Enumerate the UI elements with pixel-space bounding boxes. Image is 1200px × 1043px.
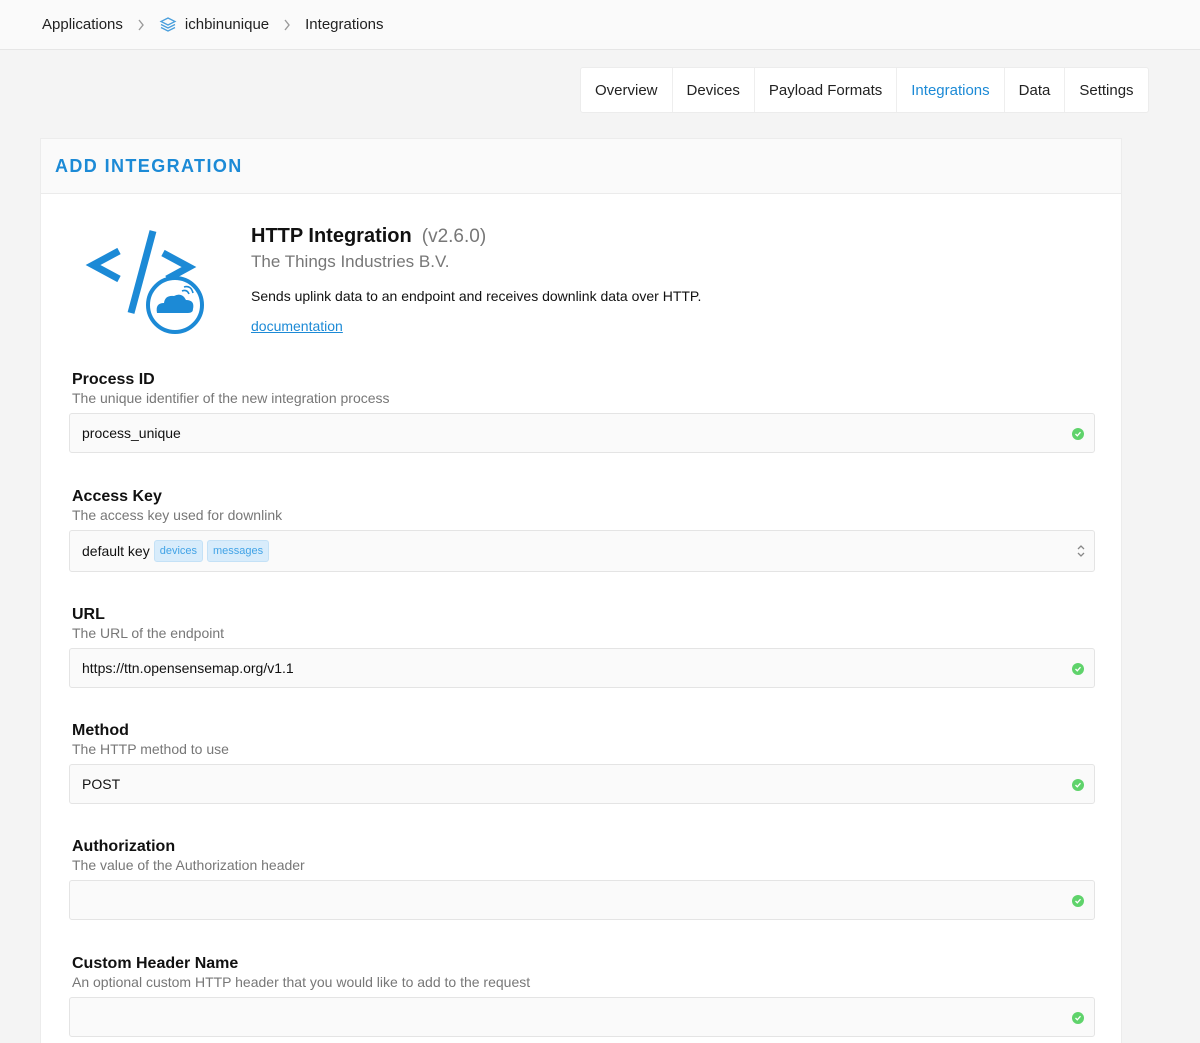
- breadcrumb-application[interactable]: ichbinunique: [159, 16, 269, 34]
- url-field: URL The URL of the endpoint https://ttn.…: [69, 606, 1095, 688]
- field-label: Method: [72, 722, 129, 739]
- access-key-value: default key: [82, 543, 150, 559]
- access-key-field: Access Key The access key used for downl…: [69, 488, 1095, 572]
- process-id-input[interactable]: process_unique: [69, 413, 1095, 453]
- tab-payload-formats[interactable]: Payload Formats: [755, 68, 898, 112]
- valid-check-icon: [1072, 1012, 1084, 1024]
- integration-info: HTTP Integration (v2.6.0) The Things Indu…: [251, 225, 701, 336]
- field-help: The URL of the endpoint: [72, 625, 225, 641]
- tab-data[interactable]: Data: [1005, 68, 1066, 112]
- custom-header-name-input[interactable]: [69, 997, 1095, 1037]
- integration-organization: The Things Industries B.V.: [251, 252, 450, 271]
- process-id-field: Process ID The unique identifier of the …: [69, 371, 1095, 453]
- documentation-link[interactable]: documentation: [251, 318, 343, 334]
- integration-description: Sends uplink data to an endpoint and rec…: [251, 288, 702, 304]
- access-key-select[interactable]: default key devices messages: [69, 530, 1095, 572]
- tab-overview[interactable]: Overview: [581, 68, 673, 112]
- access-key-tag: devices: [153, 540, 204, 562]
- tab-integrations[interactable]: Integrations: [897, 68, 1005, 112]
- breadcrumb-applications[interactable]: Applications: [42, 16, 123, 33]
- field-label: Authorization: [72, 838, 176, 855]
- process-id-value: process_unique: [82, 425, 181, 441]
- valid-check-icon: [1072, 663, 1084, 675]
- application-stack-icon: [159, 16, 177, 32]
- valid-check-icon: [1072, 895, 1084, 907]
- integration-version: (v2.6.0): [421, 226, 487, 247]
- application-tabs: Overview Devices Payload Formats Integra…: [580, 67, 1149, 113]
- tab-devices[interactable]: Devices: [673, 68, 755, 112]
- field-help: The HTTP method to use: [72, 741, 229, 757]
- field-help: The access key used for downlink: [72, 507, 283, 523]
- method-value: POST: [82, 776, 121, 792]
- card-title: ADD INTEGRATION: [55, 155, 243, 176]
- tab-settings[interactable]: Settings: [1065, 68, 1147, 112]
- breadcrumb: Applications ichbinunique Integrations: [0, 0, 1200, 50]
- method-input[interactable]: POST: [69, 764, 1095, 804]
- custom-header-name-field: Custom Header Name An optional custom HT…: [69, 955, 1095, 1037]
- field-label: Process ID: [72, 371, 155, 388]
- chevron-right-icon: [283, 19, 291, 31]
- field-label: Access Key: [72, 488, 162, 505]
- field-help: The unique identifier of the new integra…: [72, 390, 390, 406]
- field-label: URL: [72, 606, 105, 623]
- breadcrumb-integrations: Integrations: [305, 16, 384, 33]
- select-arrows-icon: [1076, 543, 1086, 562]
- field-help: The value of the Authorization header: [72, 857, 305, 873]
- breadcrumb-application-label: ichbinunique: [184, 16, 270, 33]
- valid-check-icon: [1072, 779, 1084, 791]
- url-input[interactable]: https://ttn.opensensemap.org/v1.1: [69, 648, 1095, 688]
- access-key-tag: messages: [207, 540, 270, 562]
- method-field: Method The HTTP method to use POST: [69, 722, 1095, 804]
- integration-summary: HTTP Integration (v2.6.0) The Things Indu…: [41, 195, 1121, 355]
- field-help: An optional custom HTTP header that you …: [72, 974, 531, 990]
- authorization-field: Authorization The value of the Authoriza…: [69, 838, 1095, 920]
- authorization-input[interactable]: [69, 880, 1095, 920]
- card-header: ADD INTEGRATION: [41, 139, 1121, 194]
- integration-name: HTTP Integration: [251, 225, 412, 247]
- field-label: Custom Header Name: [72, 955, 239, 972]
- add-integration-card: ADD INTEGRATION HTTP Integration (v2.6.0): [40, 138, 1122, 1043]
- valid-check-icon: [1072, 428, 1084, 440]
- http-integration-logo: [85, 227, 205, 342]
- url-value: https://ttn.opensensemap.org/v1.1: [82, 660, 294, 676]
- chevron-right-icon: [137, 19, 145, 31]
